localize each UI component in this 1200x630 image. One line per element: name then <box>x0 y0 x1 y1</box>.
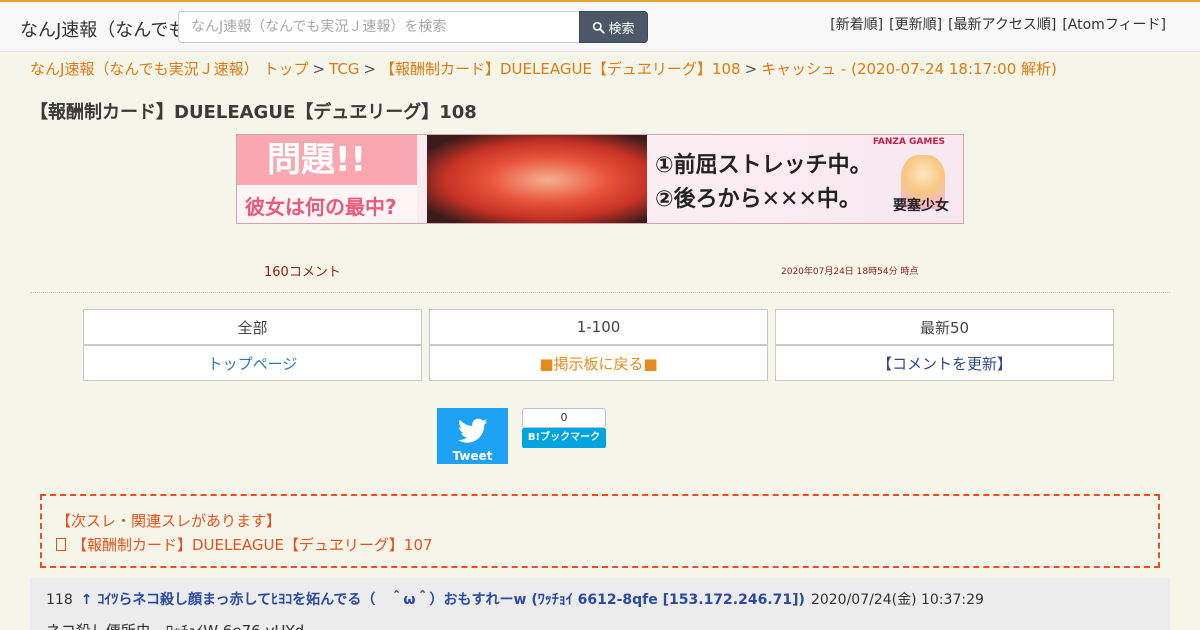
snapshot-timestamp: 2020年07月24日 18時54分 時点 <box>781 267 919 277</box>
thread-square-icon <box>56 538 66 551</box>
twitter-bird-icon <box>457 418 487 443</box>
post-header: 118 ↑ ｺｲﾂらネコ殺し顔まっ赤してﾋﾖｺを妬んでる（ ＾ω＾）おもすれーw … <box>46 589 984 609</box>
ad-brand-logo: FANZA GAMES <box>872 137 945 147</box>
show-all-button[interactable]: 全部 <box>83 309 422 345</box>
sort-nav: [新着順] [更新順] [最新アクセス順] [Atomフィード] <box>830 14 1166 34</box>
page-title: 【報酬制カード】DUELEAGUE【デュヱリーグ】108 <box>30 102 477 123</box>
breadcrumb-separator: > <box>312 60 326 78</box>
refresh-comments-button[interactable]: 【コメントを更新】 <box>775 345 1114 381</box>
nav-atom-feed[interactable]: [Atomフィード] <box>1062 14 1166 34</box>
breadcrumb-category[interactable]: TCG <box>329 60 359 78</box>
comment-count: 160コメント <box>264 265 341 280</box>
nav-newest[interactable]: [新着順] <box>830 14 883 34</box>
hatena-bookmark-button[interactable]: B!ブックマーク <box>522 428 606 448</box>
top-navbar: なんJ速報（なんでも実況Ｊ速報） 検索 [新着順] [更新順] [最新アクセス順… <box>0 0 1200 52</box>
latest-50-button[interactable]: 最新50 <box>775 309 1114 345</box>
nav-latest-access[interactable]: [最新アクセス順] <box>948 14 1056 34</box>
tweet-label: Tweet <box>452 449 493 463</box>
ad-banner[interactable]: 問題!! 彼女は何の最中? ①前屈ストレッチ中。 ②後ろから✕✕✕中。 FANZ… <box>236 134 964 224</box>
breadcrumb-home[interactable]: なんJ速報（なんでも実況Ｊ速報） トップ <box>30 60 308 78</box>
breadcrumb-cache[interactable]: キャッシュ - (2020-07-24 18:17:00 解析) <box>761 60 1057 78</box>
post-item: 118 ↑ ｺｲﾂらネコ殺し顔まっ赤してﾋﾖｺを妬んでる（ ＾ω＾）おもすれーw … <box>30 578 1170 630</box>
post-date: 2020/07/24(金) 10:37:29 <box>810 592 984 608</box>
tweet-button[interactable]: Tweet <box>437 408 508 464</box>
search-icon <box>593 21 606 34</box>
related-threads-box: 【次スレ・関連スレがあります】 【報酬制カード】DUELEAGUE【デュヱリーグ… <box>40 494 1160 568</box>
site-title[interactable]: なんJ速報（なんでも実況Ｊ速報） <box>20 16 190 42</box>
range-1-100-button[interactable]: 1-100 <box>429 309 768 345</box>
related-thread-link-label: 【報酬制カード】DUELEAGUE【デュヱリーグ】107 <box>72 536 433 554</box>
post-author[interactable]: ↑ ｺｲﾂらネコ殺し顔まっ赤してﾋﾖｺを妬んでる（ ＾ω＾）おもすれーw (ﾜｯ… <box>81 592 805 608</box>
breadcrumb-separator: > <box>744 60 758 78</box>
search-input[interactable] <box>178 11 580 43</box>
post-number[interactable]: 118 <box>46 592 73 608</box>
related-thread-link[interactable]: 【報酬制カード】DUELEAGUE【デュヱリーグ】107 <box>56 534 433 555</box>
divider <box>30 292 1170 293</box>
ad-game-logo: 要塞少女 <box>893 198 949 214</box>
breadcrumb: なんJ速報（なんでも実況Ｊ速報） トップ > TCG > 【報酬制カード】DUELEAG… <box>30 58 1057 79</box>
related-threads-title: 【次スレ・関連スレがあります】 <box>56 512 282 530</box>
nav-updated[interactable]: [更新順] <box>889 14 942 34</box>
post-body: ネコ殺し便所虫 ﾜｯﾁｮｲW 6e76-vUYd <box>46 620 304 630</box>
breadcrumb-separator: > <box>363 60 376 78</box>
top-page-button[interactable]: トップページ <box>83 345 422 381</box>
ad-character-image <box>427 135 647 223</box>
breadcrumb-thread[interactable]: 【報酬制カード】DUELEAGUE【デュヱリーグ】108 <box>380 60 741 78</box>
hatena-bookmark-count: 0 <box>522 408 606 428</box>
ad-headline: 問題!! <box>237 135 417 185</box>
ad-text-line1: ①前屈ストレッチ中。 <box>655 153 872 178</box>
search-button-label: 検索 <box>608 21 635 37</box>
ad-text-line2: ②後ろから✕✕✕中。 <box>655 187 861 212</box>
back-to-board-button[interactable]: ■掲示板に戻る■ <box>429 345 768 381</box>
ad-subline: 彼女は何の最中? <box>245 195 397 219</box>
search-button[interactable]: 検索 <box>579 11 648 43</box>
